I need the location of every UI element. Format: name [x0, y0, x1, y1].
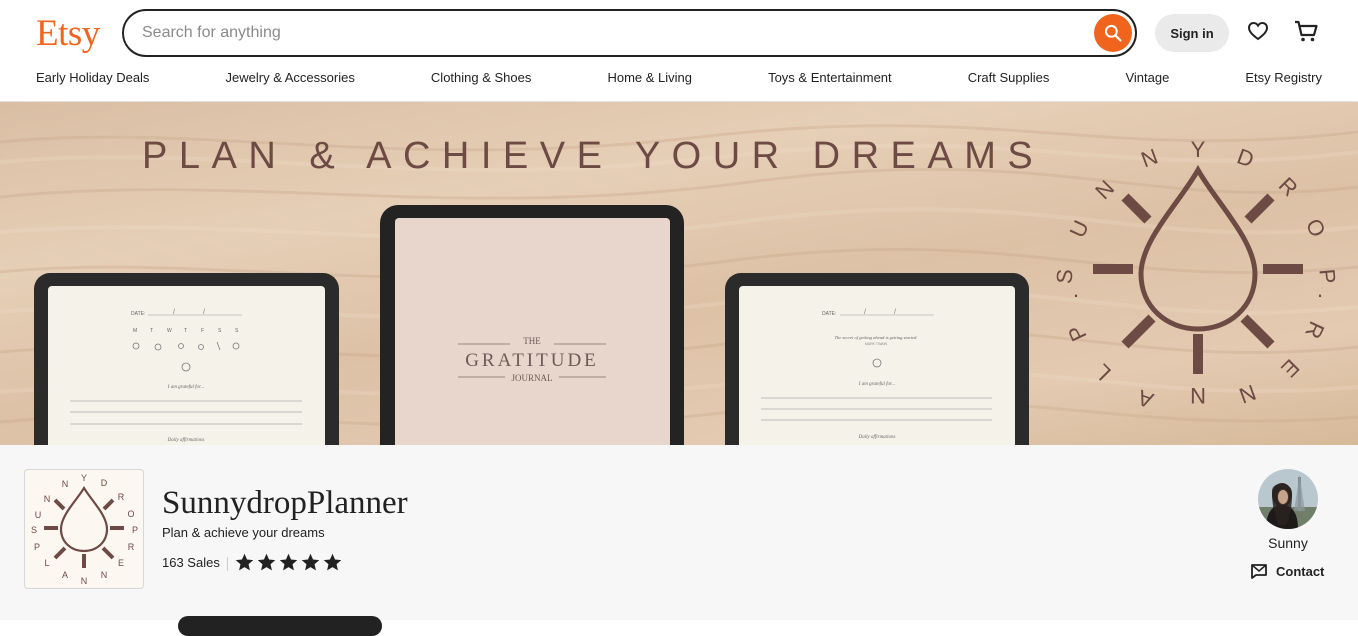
shop-logo-mark: U N N Y D R O P S P L A N N E R: [31, 473, 138, 586]
svg-text:·: ·: [1316, 282, 1323, 307]
svg-text:/: /: [203, 309, 205, 316]
right-tablet: DATE: / / The secret of getting ahead is…: [725, 273, 1029, 445]
contact-label: Contact: [1276, 563, 1325, 579]
star-icon: [235, 553, 254, 571]
avatar-photo: [1258, 469, 1318, 529]
shop-logo[interactable]: U N N Y D R O P S P L A N N E R: [24, 469, 144, 589]
svg-text:U: U: [35, 510, 42, 520]
svg-text:N: N: [44, 494, 51, 504]
star-icon: [301, 553, 320, 571]
svg-text:R: R: [128, 542, 135, 552]
follow-shop-button[interactable]: [178, 616, 382, 636]
nav-clothing-shoes[interactable]: Clothing & Shoes: [431, 70, 531, 85]
nav-vintage[interactable]: Vintage: [1125, 70, 1169, 85]
star-icon: [323, 553, 342, 571]
svg-text:E: E: [118, 558, 124, 568]
svg-text:M: M: [133, 328, 137, 334]
journal-title: GRATITUDE: [465, 350, 599, 371]
owner-avatar[interactable]: [1258, 469, 1318, 529]
left-footer: Daily affirmations: [167, 438, 205, 443]
right-date-label: DATE:: [822, 311, 836, 317]
shop-tagline: Plan & achieve your dreams: [162, 525, 325, 540]
etsy-logo[interactable]: Etsy: [36, 12, 100, 55]
search-icon: [1104, 24, 1122, 42]
message-icon: [1251, 564, 1267, 579]
owner-name[interactable]: Sunny: [1258, 535, 1318, 551]
svg-text:T: T: [150, 328, 153, 334]
svg-text:/: /: [864, 309, 866, 316]
left-tablet: DATE: / / M T W T F S S I am grateful fo…: [34, 273, 339, 445]
svg-text:·: ·: [1072, 282, 1079, 307]
svg-text:N: N: [101, 570, 108, 580]
svg-text:N: N: [1138, 143, 1161, 172]
nav-home-living[interactable]: Home & Living: [607, 70, 692, 85]
banner-headline: PLAN & ACHIEVE YOUR DREAMS: [142, 135, 1044, 177]
divider: [227, 557, 228, 571]
shop-name: SunnydropPlanner: [162, 485, 408, 521]
svg-text:R: R: [118, 492, 125, 502]
nav-jewelry-accessories[interactable]: Jewelry & Accessories: [226, 70, 355, 85]
svg-text:O: O: [1301, 215, 1331, 241]
nav-toys-entertainment[interactable]: Toys & Entertainment: [768, 70, 892, 85]
svg-text:A: A: [62, 570, 68, 580]
svg-text:N: N: [1236, 380, 1259, 409]
search-input[interactable]: [142, 11, 1082, 55]
nav-craft-supplies[interactable]: Craft Supplies: [968, 70, 1050, 85]
banner-artwork: PLAN & ACHIEVE YOUR DREAMS DATE: / / M T…: [0, 124, 1358, 445]
svg-text:D: D: [101, 478, 108, 488]
svg-text:O: O: [127, 509, 134, 519]
svg-text:T: T: [184, 328, 187, 334]
svg-text:P: P: [34, 542, 40, 552]
cart-icon: [1295, 20, 1318, 42]
right-quote-author: MARK TWAIN: [865, 342, 888, 346]
search-button[interactable]: [1094, 14, 1132, 52]
favorites-button[interactable]: [1245, 18, 1271, 44]
center-tablet: THE GRATITUDE JOURNAL: [380, 205, 684, 445]
svg-text:W: W: [167, 328, 172, 334]
svg-text:N: N: [62, 479, 69, 489]
svg-text:/: /: [894, 309, 896, 316]
nav-early-holiday-deals[interactable]: Early Holiday Deals: [36, 70, 149, 85]
svg-text:D: D: [1234, 143, 1257, 172]
svg-text:R: R: [1300, 318, 1329, 343]
journal-the: THE: [523, 336, 541, 346]
site-header: Etsy Sign in Early Holiday Deals Jewelry…: [0, 0, 1358, 102]
svg-text:L: L: [44, 558, 49, 568]
svg-text:/: /: [173, 309, 175, 316]
star-rating[interactable]: [234, 552, 343, 573]
svg-text:F: F: [201, 328, 204, 334]
svg-text:E: E: [1276, 354, 1304, 382]
search-bar: [122, 9, 1137, 57]
svg-text:R: R: [1274, 172, 1303, 201]
cart-button[interactable]: [1293, 18, 1319, 44]
svg-text:Y: Y: [1191, 137, 1206, 162]
svg-text:P: P: [132, 525, 138, 535]
shop-info: U N N Y D R O P S P L A N N E R Sunnydro…: [0, 445, 1358, 636]
right-prompt: I am grateful for...: [858, 382, 895, 387]
star-icon: [279, 553, 298, 571]
star-icon: [257, 553, 276, 571]
contact-button[interactable]: Contact: [1250, 563, 1324, 579]
right-footer: Daily affirmations: [858, 435, 896, 440]
right-quote: The secret of getting ahead is getting s…: [834, 335, 917, 340]
left-prompt: I am grateful for...: [167, 385, 204, 390]
nav-etsy-registry[interactable]: Etsy Registry: [1245, 70, 1322, 85]
sales-count: 163 Sales: [162, 555, 220, 570]
svg-text:A: A: [1134, 385, 1157, 414]
journal-subtitle: JOURNAL: [511, 373, 552, 383]
heart-icon: [1247, 21, 1269, 41]
shop-banner: PLAN & ACHIEVE YOUR DREAMS DATE: / / M T…: [0, 102, 1358, 445]
category-nav: Early Holiday Deals Jewelry & Accessorie…: [36, 70, 1322, 85]
svg-text:N: N: [81, 576, 88, 586]
left-date-label: DATE:: [131, 311, 145, 317]
sign-in-button[interactable]: Sign in: [1155, 14, 1229, 52]
svg-text:S: S: [31, 525, 37, 535]
svg-text:Y: Y: [81, 473, 87, 483]
svg-text:N: N: [1190, 383, 1206, 408]
